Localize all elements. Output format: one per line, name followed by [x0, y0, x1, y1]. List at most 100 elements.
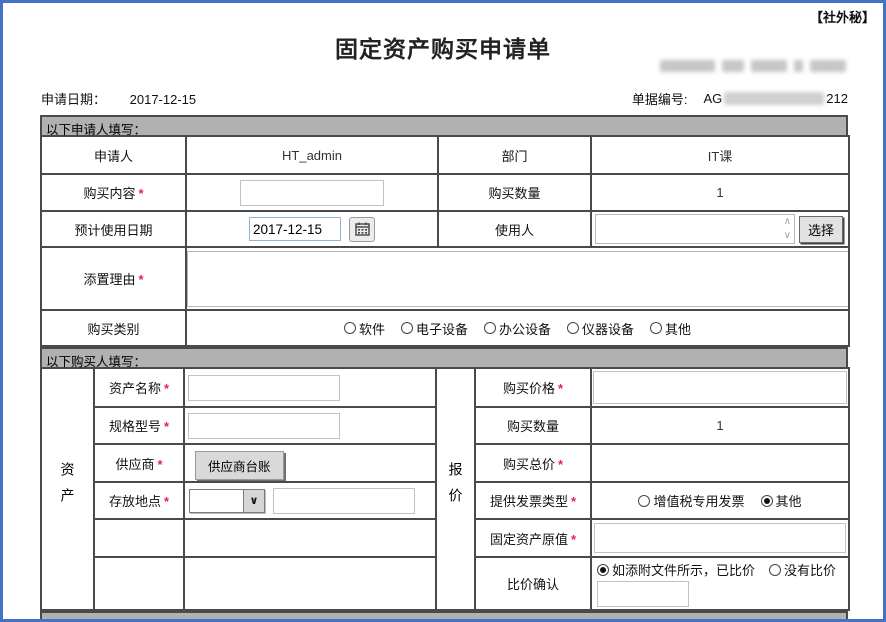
radio-option-vat-invoice[interactable]: 增值税专用发票 [638, 491, 744, 510]
spec-model-input[interactable] [188, 413, 340, 439]
radio-icon[interactable] [401, 322, 413, 334]
buy-qty-value-cell: 1 [591, 407, 849, 444]
original-value-label: 固定资产原值 [490, 532, 568, 547]
calendar-icon[interactable] [349, 217, 375, 242]
radio-icon[interactable] [650, 322, 662, 334]
radio-label: 电子设备 [416, 319, 468, 338]
original-value-input[interactable] [594, 523, 846, 553]
table-row: 购买内容* 购买数量 1 [41, 174, 849, 211]
required-marker: * [571, 494, 576, 509]
radio-label: 办公设备 [499, 319, 551, 338]
asset-group-cell: 资产 [41, 368, 94, 610]
redacted-doc-number [724, 92, 824, 105]
meta-row: 申请日期： 2017-12-15 单据编号: AG 212 [41, 89, 848, 108]
compare-input[interactable] [597, 581, 689, 607]
required-marker: * [138, 186, 143, 201]
radio-option-invoice-other[interactable]: 其他 [761, 491, 802, 510]
content-input-cell [186, 174, 438, 211]
qty-label: 购买数量 [488, 186, 540, 201]
invoice-label: 提供发票类型 [490, 494, 568, 509]
buy-qty-label: 购买数量 [507, 419, 559, 434]
dept-value: IT课 [708, 149, 733, 164]
price-label: 购买价格 [503, 381, 555, 396]
doc-number-suffix: 212 [826, 91, 848, 106]
supplier-label-cell: 供应商* [94, 444, 184, 482]
asset-name-input-cell [184, 368, 436, 407]
original-value-input-cell [591, 519, 849, 557]
content-label: 购买内容 [83, 186, 135, 201]
location-label-cell: 存放地点* [94, 482, 184, 519]
applicant-table: 申请人 HT_admin 部门 IT课 购买内容* [40, 135, 850, 347]
dropdown-arrow-icon[interactable]: ∨ [243, 490, 264, 512]
asset-name-label: 资产名称 [109, 381, 161, 396]
radio-icon[interactable] [484, 322, 496, 334]
radio-option-no-compare[interactable]: 没有比价 [769, 560, 836, 579]
asset-name-label-cell: 资产名称* [94, 368, 184, 407]
qty-label-cell: 购买数量 [438, 174, 591, 211]
dept-label: 部门 [501, 149, 527, 164]
buy-qty-value: 1 [716, 418, 723, 433]
doc-number-prefix: AG [704, 91, 723, 106]
select-user-button[interactable]: 选择 [799, 216, 843, 243]
purchase-price-input[interactable] [593, 371, 847, 404]
radio-icon[interactable] [567, 322, 579, 334]
radio-label: 增值税专用发票 [653, 491, 744, 510]
classification-label: 【社外秘】 [810, 7, 875, 26]
total-label-cell: 购买总价* [475, 444, 591, 482]
category-options-cell: 软件 电子设备 办公设备 仪器设备 [186, 310, 849, 346]
compare-label-cell: 比价确认 [475, 557, 591, 610]
radio-option-instrument[interactable]: 仪器设备 [567, 319, 634, 338]
location-input[interactable] [273, 488, 415, 514]
asset-group-label: 资产 [58, 462, 78, 514]
reason-textarea[interactable]: ∧ ∨ [187, 251, 849, 307]
radio-label: 软件 [359, 319, 385, 338]
required-marker: * [558, 381, 563, 396]
location-select[interactable]: ∨ [189, 489, 265, 513]
required-marker: * [571, 532, 576, 547]
radio-option-office[interactable]: 办公设备 [484, 319, 551, 338]
dept-value-cell: IT课 [591, 136, 849, 174]
radio-icon[interactable] [761, 495, 773, 507]
radio-option-electronic[interactable]: 电子设备 [401, 319, 468, 338]
price-input-cell [591, 368, 849, 407]
required-marker: * [157, 457, 162, 472]
required-marker: * [138, 272, 143, 287]
radio-option-other[interactable]: 其他 [650, 319, 691, 338]
radio-option-compared[interactable]: 如添附文件所示，已比价 [597, 560, 755, 579]
radio-icon[interactable] [597, 564, 609, 576]
table-row: 申请人 HT_admin 部门 IT课 [41, 136, 849, 174]
table-row: 资产 资产名称* 报价 购买价格* [41, 368, 849, 407]
radio-label: 如添附文件所示，已比价 [612, 560, 755, 579]
supplier-cell: 供应商台账 [184, 444, 436, 482]
applicant-value: HT_admin [282, 148, 342, 163]
qty-value: 1 [716, 185, 723, 200]
invoice-label-cell: 提供发票类型* [475, 482, 591, 519]
location-label: 存放地点 [109, 494, 161, 509]
radio-option-software[interactable]: 软件 [344, 319, 385, 338]
reason-label: 添置理由 [83, 272, 135, 287]
empty-label-cell [94, 519, 184, 557]
asset-name-input[interactable] [188, 375, 340, 401]
spec-label: 规格型号 [109, 419, 161, 434]
table-row: 购买类别 软件 电子设备 办公设备 [41, 310, 849, 346]
user-textarea[interactable]: ∧ ∨ [595, 214, 795, 244]
category-label: 购买类别 [87, 322, 139, 337]
total-value-cell [591, 444, 849, 482]
doc-number-label: 单据编号: [632, 89, 688, 108]
user-label-cell: 使用人 [438, 211, 591, 247]
supplier-label: 供应商 [115, 457, 154, 472]
empty-content-cell [184, 519, 436, 557]
radio-icon[interactable] [344, 322, 356, 334]
chevron-down-icon[interactable]: ∨ [784, 232, 791, 240]
chevron-up-icon[interactable]: ∧ [784, 218, 791, 226]
expected-date-label: 预计使用日期 [74, 223, 152, 238]
radio-icon[interactable] [769, 564, 781, 576]
radio-label: 没有比价 [784, 560, 836, 579]
quote-group-cell: 报价 [436, 368, 475, 610]
spec-label-cell: 规格型号* [94, 407, 184, 444]
purchase-content-input[interactable] [240, 180, 384, 206]
radio-icon[interactable] [638, 495, 650, 507]
applicant-label-cell: 申请人 [41, 136, 186, 174]
expected-date-input[interactable] [249, 217, 341, 241]
supplier-ledger-button[interactable]: 供应商台账 [195, 451, 284, 480]
